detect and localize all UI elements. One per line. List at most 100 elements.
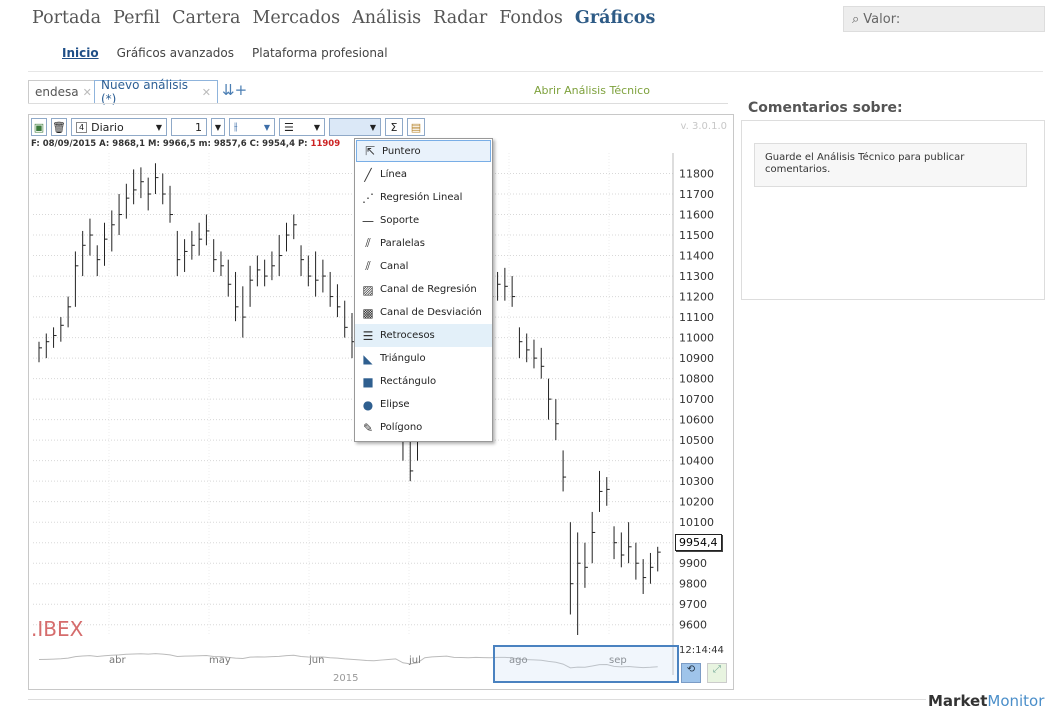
comentarios-title: Comentarios sobre:: [748, 100, 903, 116]
nav-item-1[interactable]: Perfil: [113, 8, 160, 36]
y-tick-label: 9900: [679, 557, 707, 570]
tool-icon-3: —: [362, 213, 374, 228]
menu-item-label: Línea: [380, 169, 407, 180]
menu-item-8[interactable]: ☰ Retrocesos: [355, 324, 492, 347]
month-label: jun: [308, 655, 324, 666]
tool-icon-6: ▨: [362, 282, 374, 297]
nav-item-3[interactable]: Mercados: [252, 8, 340, 36]
tool-icon-8: ☰: [362, 328, 374, 343]
y-tick-label: 10300: [679, 475, 714, 488]
menu-item-label: Elipse: [380, 399, 410, 410]
menu-item-5[interactable]: ⫽ Canal: [355, 255, 492, 278]
nav-item-2[interactable]: Cartera: [172, 8, 240, 36]
y-tick-label: 9800: [679, 578, 707, 591]
menu-item-label: Triángulo: [380, 353, 426, 364]
menu-item-12[interactable]: ✎ Polígono: [355, 416, 492, 439]
menu-item-label: Retrocesos: [380, 330, 435, 341]
instrument-label: .IBEX: [31, 617, 84, 641]
fullscreen-icon[interactable]: ⤢: [707, 663, 727, 683]
y-tick-label: 11600: [679, 209, 714, 222]
tool-icon-10: ■: [362, 374, 374, 389]
y-tick-label: 11200: [679, 291, 714, 304]
menu-item-label: Rectángulo: [380, 376, 437, 387]
y-tick-label: 10400: [679, 455, 714, 468]
subnav-item-2[interactable]: Plataforma profesional: [252, 46, 388, 60]
tool-icon-12: ✎: [362, 420, 374, 435]
tool-icon-9: ◣: [363, 351, 373, 366]
menu-item-0[interactable]: ⇱ Puntero: [356, 140, 491, 162]
y-tick-label: 10100: [679, 516, 714, 529]
close-icon[interactable]: ✕: [83, 86, 92, 99]
close-icon[interactable]: ✕: [202, 86, 211, 99]
month-label: may: [209, 655, 231, 666]
refresh-icon[interactable]: ⟲: [681, 663, 701, 683]
navigator-selection[interactable]: [493, 645, 679, 683]
search-placeholder: Valor:: [863, 11, 901, 27]
menu-item-10[interactable]: ■ Rectángulo: [355, 370, 492, 393]
month-label: jul: [408, 655, 421, 666]
menu-item-2[interactable]: ⋰ Regresión Lineal: [355, 186, 492, 209]
tool-icon-1: ╱: [364, 167, 372, 182]
menu-item-label: Canal de Desviación: [380, 307, 482, 318]
tool-icon-0: ⇱: [364, 144, 376, 158]
search-field[interactable]: ⌕ Valor:: [843, 6, 1045, 32]
menu-item-label: Paralelas: [380, 238, 425, 249]
menu-item-label: Soporte: [380, 215, 420, 226]
tool-icon-4: ⫽: [365, 236, 371, 250]
y-tick-label: 11100: [679, 311, 714, 324]
top-navigation: Portada Perfil Cartera Mercados Análisis Rada…: [32, 8, 667, 36]
menu-item-9[interactable]: ◣ Triángulo: [355, 347, 492, 370]
nav-item-0[interactable]: Portada: [32, 8, 101, 36]
nav-item-5[interactable]: Radar: [433, 8, 487, 36]
y-tick-label: 11400: [679, 250, 714, 263]
y-tick-label: 9700: [679, 598, 707, 611]
menu-item-label: Canal: [380, 261, 409, 272]
add-tab-icon[interactable]: ⇊+: [222, 81, 247, 99]
tab-nuevo-analisis[interactable]: Nuevo análisis (*) ✕: [94, 78, 218, 106]
tab-endesa[interactable]: endesa ✕: [28, 80, 99, 104]
subnav-item-1[interactable]: Gráficos avanzados: [117, 46, 234, 60]
y-tick-label: 10800: [679, 373, 714, 386]
tool-icon-5: ⫽: [365, 259, 371, 273]
y-tick-label: 9600: [679, 619, 707, 632]
menu-item-label: Canal de Regresión: [380, 284, 477, 295]
menu-item-label: Puntero: [382, 145, 421, 157]
y-tick-label: 10500: [679, 434, 714, 447]
nav-item-6[interactable]: Fondos: [499, 8, 563, 36]
menu-item-11[interactable]: ● Elipse: [355, 393, 492, 416]
marketmonitor-logo: MarketMonitor: [928, 692, 1045, 710]
tool-icon-2: ⋰: [362, 190, 374, 205]
sub-navigation: Inicio Gráficos avanzados Plataforma profe…: [62, 46, 406, 60]
clock-label: 12:14:44: [679, 645, 724, 656]
y-tick-label: 10200: [679, 496, 714, 509]
tab-label: Nuevo análisis (*): [101, 78, 189, 106]
abrir-analisis-link[interactable]: Abrir Análisis Técnico: [534, 84, 650, 97]
comentarios-note: Guarde el Análisis Técnico para publicar…: [754, 143, 1027, 187]
y-tick-label: 11000: [679, 332, 714, 345]
y-tick-label: 11500: [679, 229, 714, 242]
menu-item-label: Regresión Lineal: [380, 192, 463, 203]
y-tick-label: 10700: [679, 393, 714, 406]
tool-icon-7: ▩: [362, 305, 374, 320]
year-label: 2015: [333, 673, 358, 684]
y-tick-label: 10900: [679, 352, 714, 365]
y-tick-label: 11300: [679, 270, 714, 283]
month-label: abr: [109, 655, 126, 666]
y-tick-label: 11800: [679, 168, 714, 181]
y-tick-label: 10600: [679, 414, 714, 427]
nav-item-7[interactable]: Gráficos: [575, 8, 655, 36]
menu-item-6[interactable]: ▨ Canal de Regresión: [355, 278, 492, 301]
drawing-tools-menu: ⇱ Puntero ╱ Línea ⋰ Regresión Lineal — Soporte ⫽…: [354, 138, 493, 442]
menu-item-7[interactable]: ▩ Canal de Desviación: [355, 301, 492, 324]
tab-label: endesa: [35, 85, 79, 99]
search-icon: ⌕: [852, 11, 860, 27]
divider: [28, 71, 1043, 72]
comentarios-panel: Guarde el Análisis Técnico para publicar…: [741, 120, 1045, 300]
divider: [28, 103, 728, 104]
subnav-item-0[interactable]: Inicio: [62, 46, 99, 60]
menu-item-1[interactable]: ╱ Línea: [355, 163, 492, 186]
menu-item-4[interactable]: ⫽ Paralelas: [355, 232, 492, 255]
divider: [28, 699, 926, 700]
menu-item-3[interactable]: — Soporte: [355, 209, 492, 232]
nav-item-4[interactable]: Análisis: [352, 8, 421, 36]
